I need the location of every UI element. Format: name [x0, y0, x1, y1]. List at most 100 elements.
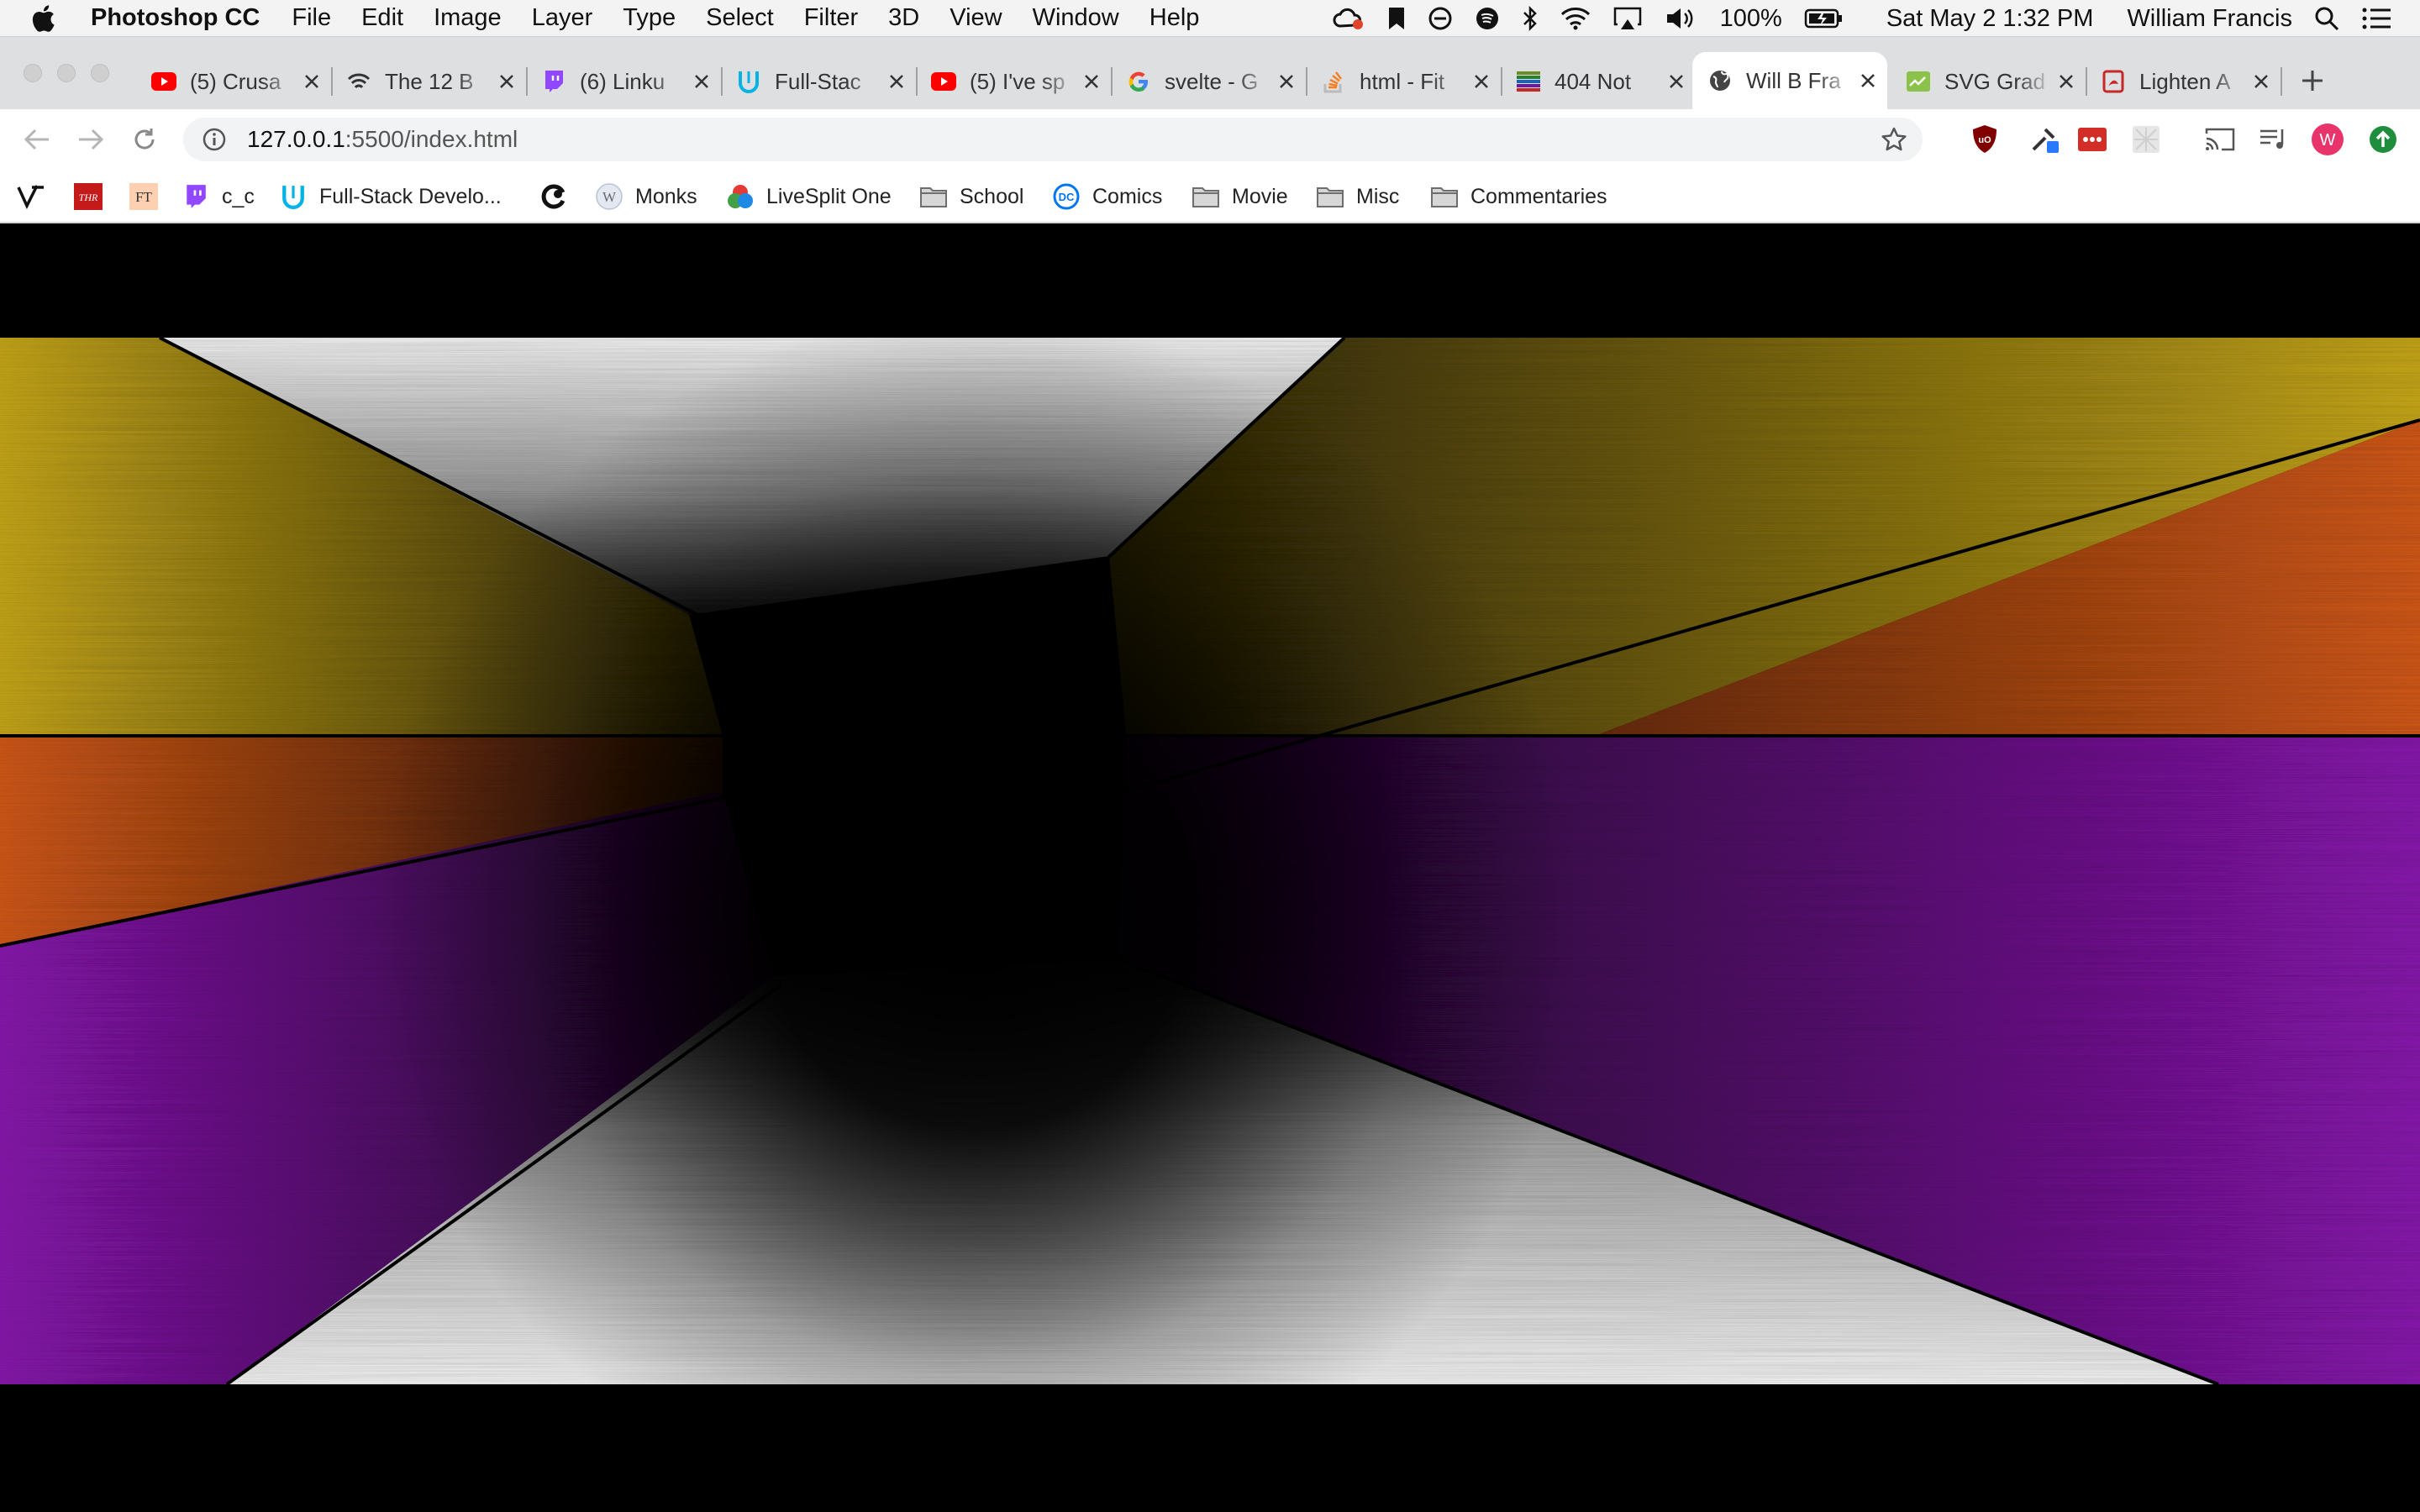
ublock-extension-icon[interactable]: uO — [1968, 123, 2002, 156]
new-tab-button[interactable] — [2294, 62, 2331, 99]
spotify-icon[interactable] — [1475, 6, 1500, 31]
tab-title: Will B Fra — [1746, 67, 1841, 93]
pattern-extension-icon[interactable] — [2129, 123, 2163, 156]
menu-image[interactable]: Image — [434, 4, 502, 32]
globe-icon — [1707, 68, 1733, 93]
menu-layer[interactable]: Layer — [532, 4, 593, 32]
url-text[interactable]: 127.0.0.1:5500/index.html — [247, 126, 518, 153]
lastpass-extension-icon[interactable] — [2075, 123, 2109, 156]
close-tab-icon[interactable] — [2249, 69, 2274, 94]
bookmark-label: Misc — [1356, 184, 1400, 208]
twitch-icon — [182, 182, 210, 211]
close-window-button[interactable] — [24, 64, 42, 82]
close-tab-icon[interactable] — [1079, 69, 1104, 94]
menu-3d[interactable]: 3D — [888, 4, 919, 32]
tab-title: svelte - G — [1165, 68, 1259, 94]
battery-percent: 100% — [1719, 4, 1782, 32]
minimize-window-button[interactable] — [57, 64, 76, 82]
profile-avatar[interactable]: W — [2311, 123, 2344, 156]
address-bar[interactable]: 127.0.0.1:5500/index.html — [183, 118, 1923, 161]
bookmark-udacity[interactable]: Full-Stack Develo... — [279, 180, 502, 213]
bookmark-label: Commentaries — [1470, 184, 1607, 208]
bookmark-folder-school[interactable]: School — [919, 180, 1023, 213]
tab-2[interactable]: The 12 B — [331, 59, 528, 104]
bookmark-label: Comics — [1092, 184, 1163, 208]
bookmark-icon[interactable] — [1387, 6, 1406, 31]
battery-icon[interactable] — [1804, 8, 1844, 29]
close-tab-icon[interactable] — [1855, 68, 1881, 93]
close-tab-icon[interactable] — [1469, 69, 1494, 94]
menu-type[interactable]: Type — [623, 4, 676, 32]
close-tab-icon[interactable] — [884, 69, 909, 94]
bookmark-verge[interactable] — [17, 180, 57, 213]
reload-button[interactable] — [128, 123, 161, 156]
tab-1[interactable]: (5) Crusa — [136, 59, 333, 104]
tab-5[interactable]: (5) I've sp — [916, 59, 1113, 104]
bookmark-twitch[interactable]: c_c — [182, 180, 255, 213]
bookmark-folder-misc[interactable]: Misc — [1316, 180, 1399, 213]
back-button[interactable] — [20, 123, 54, 156]
close-tab-icon[interactable] — [1274, 69, 1299, 94]
close-tab-icon[interactable] — [2054, 69, 2079, 94]
cast-icon[interactable] — [2203, 123, 2237, 156]
menu-view[interactable]: View — [950, 4, 1002, 32]
stackoverflow-icon — [1321, 69, 1346, 94]
menu-window[interactable]: Window — [1033, 4, 1119, 32]
creative-cloud-icon[interactable] — [1332, 6, 1365, 31]
menu-filter[interactable]: Filter — [804, 4, 858, 32]
bookmark-star-icon[interactable] — [1881, 126, 1907, 153]
bookmark-thr[interactable]: THR — [74, 180, 114, 213]
wifi-icon[interactable] — [1560, 7, 1591, 30]
tab-9-active[interactable]: Will B Fra — [1692, 52, 1887, 109]
menu-file[interactable]: File — [292, 4, 331, 32]
media-controls-icon[interactable] — [2257, 123, 2291, 156]
user-name[interactable]: William Francis — [2127, 5, 2292, 33]
close-tab-icon[interactable] — [689, 69, 714, 94]
bookmark-folder-movie[interactable]: Movie — [1192, 180, 1288, 213]
bookmark-comics[interactable]: DC Comics — [1052, 180, 1162, 213]
bookmark-crunchyroll[interactable] — [539, 180, 580, 213]
wiki-icon: W — [595, 182, 623, 211]
dc-icon: DC — [1052, 182, 1081, 211]
tab-7[interactable]: html - Fit — [1306, 59, 1502, 104]
macos-menu-bar: Photoshop CC File Edit Image Layer Type … — [0, 0, 2420, 37]
volume-icon[interactable] — [1665, 6, 1698, 31]
tab-title: (6) Linku — [580, 68, 666, 94]
zoom-window-button[interactable] — [91, 64, 109, 82]
spotlight-search-icon[interactable] — [2314, 6, 2339, 31]
clock[interactable]: Sat May 2 1:32 PM — [1886, 5, 2094, 33]
tab-3[interactable]: (6) Linku — [526, 59, 723, 104]
bookmark-ft[interactable]: FT — [129, 180, 170, 213]
update-chrome-icon[interactable] — [2366, 123, 2400, 156]
forward-button[interactable] — [74, 123, 108, 156]
close-tab-icon[interactable] — [299, 69, 324, 94]
menu-select[interactable]: Select — [706, 4, 774, 32]
tab-4[interactable]: Full-Stac — [721, 59, 918, 104]
pdf-icon — [2101, 69, 2126, 94]
apple-icon[interactable] — [30, 4, 77, 33]
tab-10[interactable]: SVG Grad — [1891, 59, 2087, 104]
bookmark-label: Full-Stack Develo... — [319, 184, 502, 208]
bookmark-folder-commentaries[interactable]: Commentaries — [1430, 180, 1607, 213]
bookmark-monks[interactable]: W Monks — [595, 180, 697, 213]
udacity-icon — [736, 69, 761, 94]
vanishing-void — [0, 338, 2420, 1384]
menu-help[interactable]: Help — [1150, 4, 1200, 32]
notification-center-icon[interactable] — [2361, 7, 2391, 30]
sync-icon[interactable] — [1428, 6, 1453, 31]
close-tab-icon[interactable] — [1664, 69, 1689, 94]
tab-8[interactable]: 404 Not — [1501, 59, 1697, 104]
bluetooth-icon[interactable] — [1522, 5, 1539, 32]
eyedropper-extension-icon[interactable] — [2028, 123, 2062, 156]
airplay-icon[interactable] — [1612, 6, 1643, 31]
app-name-menu[interactable]: Photoshop CC — [91, 4, 260, 32]
bookmark-livesplit[interactable]: LiveSplit One — [726, 180, 892, 213]
tab-6[interactable]: svelte - G — [1111, 59, 1307, 104]
menu-edit[interactable]: Edit — [361, 4, 403, 32]
site-info-icon[interactable] — [202, 127, 227, 152]
plus-icon — [2302, 71, 2323, 91]
close-tab-icon[interactable] — [494, 69, 519, 94]
tab-11[interactable]: Lighten A — [2086, 59, 2282, 104]
folder-icon — [1316, 182, 1344, 211]
folder-icon — [919, 182, 948, 211]
